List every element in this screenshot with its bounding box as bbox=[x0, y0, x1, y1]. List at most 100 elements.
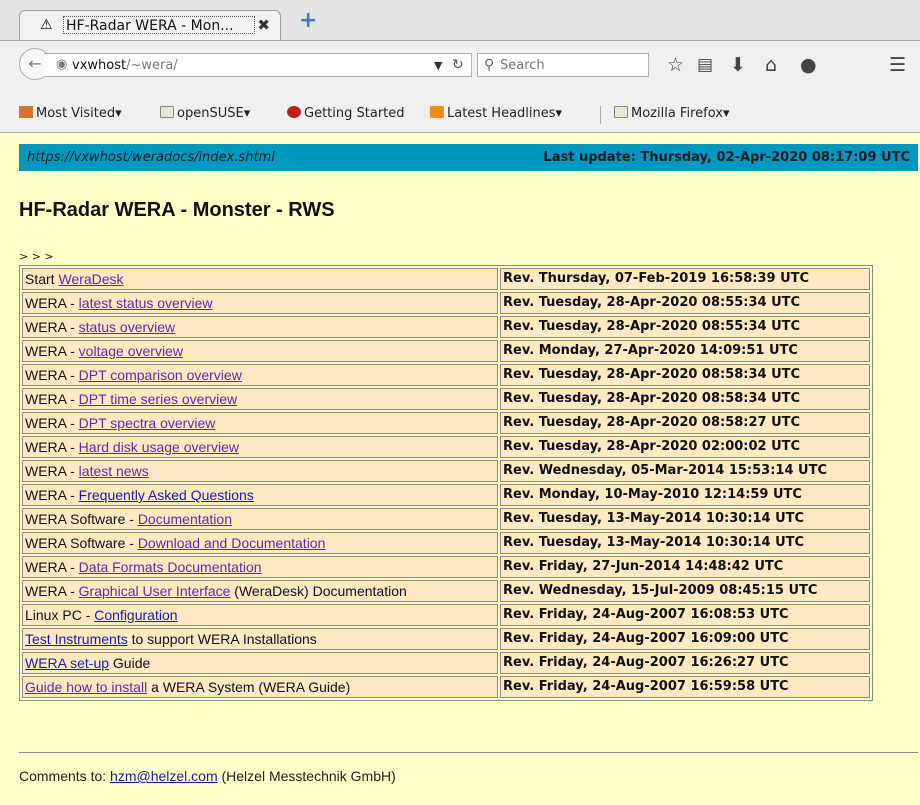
row-link[interactable]: status overview bbox=[79, 319, 175, 335]
row-prefix: WERA - bbox=[25, 415, 79, 431]
row-revision: Rev. Tuesday, 13-May-2014 10:30:14 UTC bbox=[500, 508, 870, 530]
close-tab-icon[interactable]: ✖ bbox=[257, 16, 270, 34]
row-description: WERA - DPT time series overview bbox=[22, 388, 498, 410]
row-link[interactable]: Download and Documentation bbox=[138, 535, 326, 551]
table-row: WERA - Data Formats Documentation Rev. Fr… bbox=[22, 556, 870, 578]
search-input[interactable] bbox=[500, 56, 640, 74]
table-row: WERA - DPT spectra overview Rev. Tuesday,… bbox=[22, 412, 870, 434]
email-link[interactable]: hzm@helzel.com bbox=[110, 768, 218, 784]
row-link[interactable]: Documentation bbox=[138, 511, 232, 527]
row-revision: Rev. Thursday, 07-Feb-2019 16:58:39 UTC bbox=[500, 268, 870, 290]
rss-icon bbox=[430, 106, 444, 118]
row-link[interactable]: Test Instruments bbox=[25, 631, 128, 647]
documents-table: Start WeraDesk Rev. Thursday, 07-Feb-2019… bbox=[19, 265, 873, 701]
row-link[interactable]: DPT spectra overview bbox=[79, 415, 216, 431]
table-row: WERA - Hard disk usage overview Rev. Tues… bbox=[22, 436, 870, 458]
bookmark-star-icon[interactable]: ☆ bbox=[667, 54, 684, 76]
row-description: WERA - Frequently Asked Questions bbox=[22, 484, 498, 506]
row-suffix: a WERA System (WERA Guide) bbox=[147, 679, 351, 695]
row-prefix: WERA - bbox=[25, 559, 79, 575]
row-link[interactable]: Data Formats Documentation bbox=[79, 559, 262, 575]
row-description: WERA Software - Download and Documentati… bbox=[22, 532, 498, 554]
page-title: HF-Radar WERA - Monster - RWS bbox=[19, 199, 335, 221]
table-row: WERA - voltage overview Rev. Monday, 27-A… bbox=[22, 340, 870, 362]
row-link[interactable]: latest news bbox=[79, 463, 149, 479]
row-link[interactable]: Hard disk usage overview bbox=[79, 439, 239, 455]
table-row: WERA set-up Guide Rev. Friday, 24-Aug-200… bbox=[22, 652, 870, 674]
bookmark-getting-started[interactable]: Getting Started bbox=[287, 106, 405, 122]
firefox-icon bbox=[287, 106, 301, 118]
row-revision: Rev. Tuesday, 28-Apr-2020 02:00:02 UTC bbox=[500, 436, 870, 458]
download-icon[interactable]: ⬇ bbox=[730, 54, 746, 76]
new-tab-button[interactable]: + bbox=[299, 10, 317, 32]
url-host: vxwhost bbox=[72, 58, 127, 73]
search-bar[interactable]: ⚲ bbox=[477, 53, 649, 77]
bookmark-opensuse[interactable]: openSUSE▾ bbox=[160, 106, 250, 122]
row-link[interactable]: DPT time series overview bbox=[79, 391, 237, 407]
globe-icon: ◉ bbox=[56, 57, 68, 72]
table-row: WERA - DPT time series overview Rev. Tues… bbox=[22, 388, 870, 410]
row-prefix: WERA - bbox=[25, 391, 79, 407]
row-revision: Rev. Tuesday, 28-Apr-2020 08:58:34 UTC bbox=[500, 364, 870, 386]
url-text[interactable]: vxwhost/~wera/ bbox=[72, 57, 178, 74]
row-link[interactable]: DPT comparison overview bbox=[79, 367, 242, 383]
url-bar[interactable]: ◉ vxwhost/~wera/ ▼ ↻ bbox=[44, 53, 472, 77]
url-path: /~wera/ bbox=[126, 58, 178, 73]
header-banner: https://vxwhost/weradocs/index.shtml Las… bbox=[19, 144, 918, 171]
page-content: https://vxwhost/weradocs/index.shtml Las… bbox=[0, 133, 920, 805]
row-prefix: Linux PC - bbox=[25, 607, 95, 623]
folder-icon bbox=[160, 106, 174, 118]
row-prefix: WERA - bbox=[25, 343, 79, 359]
bookmark-mozilla-firefox[interactable]: Mozilla Firefox▾ bbox=[614, 106, 729, 122]
bookmarks-toolbar: Most Visited▾ openSUSE▾ Getting Started … bbox=[0, 98, 920, 133]
breadcrumb: > > > bbox=[19, 250, 54, 263]
row-description: WERA - Data Formats Documentation bbox=[22, 556, 498, 578]
row-revision: Rev. Tuesday, 28-Apr-2020 08:58:34 UTC bbox=[500, 388, 870, 410]
reload-icon[interactable]: ↻ bbox=[452, 56, 464, 74]
last-update: Last update: Thursday, 02-Apr-2020 08:17… bbox=[543, 150, 910, 165]
row-revision: Rev. Monday, 27-Apr-2020 14:09:51 UTC bbox=[500, 340, 870, 362]
table-row: WERA - Graphical User Interface (WeraDes… bbox=[22, 580, 870, 602]
row-link[interactable]: Guide how to install bbox=[25, 679, 147, 695]
chat-icon[interactable]: ● bbox=[800, 54, 817, 76]
row-link[interactable]: Configuration bbox=[94, 607, 177, 623]
table-row: Test Instruments to support WERA Install… bbox=[22, 628, 870, 650]
bookmark-most-visited[interactable]: Most Visited▾ bbox=[19, 106, 122, 122]
bookmark-latest-headlines[interactable]: Latest Headlines▾ bbox=[430, 106, 562, 122]
row-prefix: WERA - bbox=[25, 583, 79, 599]
row-description: Linux PC - Configuration bbox=[22, 604, 498, 626]
browser-tab[interactable]: ⚠ HF-Radar WERA - Mon... ✖ bbox=[19, 10, 281, 40]
row-revision: Rev. Friday, 24-Aug-2007 16:59:58 UTC bbox=[500, 676, 870, 698]
row-link[interactable]: WeraDesk bbox=[58, 271, 123, 287]
home-icon[interactable]: ⌂ bbox=[765, 54, 777, 76]
row-description: WERA - DPT comparison overview bbox=[22, 364, 498, 386]
row-revision: Rev. Tuesday, 28-Apr-2020 08:58:27 UTC bbox=[500, 412, 870, 434]
hamburger-menu-icon[interactable]: ☰ bbox=[889, 54, 906, 76]
row-link[interactable]: WERA set-up bbox=[25, 655, 109, 671]
row-link[interactable]: voltage overview bbox=[79, 343, 183, 359]
table-row: WERA Software - Download and Documentati… bbox=[22, 532, 870, 554]
row-description: Test Instruments to support WERA Install… bbox=[22, 628, 498, 650]
back-arrow-icon: ← bbox=[28, 54, 42, 73]
row-prefix: Start bbox=[25, 271, 59, 287]
row-revision: Rev. Wednesday, 05-Mar-2014 15:53:14 UTC bbox=[500, 460, 870, 482]
row-prefix: WERA - bbox=[25, 463, 79, 479]
row-link[interactable]: Frequently Asked Questions bbox=[79, 487, 254, 503]
row-description: Start WeraDesk bbox=[22, 268, 498, 290]
folder-icon bbox=[614, 106, 628, 118]
reading-list-icon[interactable]: ▤ bbox=[697, 54, 713, 76]
row-description: WERA - voltage overview bbox=[22, 340, 498, 362]
table-row: WERA - Frequently Asked Questions Rev. Mo… bbox=[22, 484, 870, 506]
row-link[interactable]: Graphical User Interface bbox=[79, 583, 231, 599]
url-history-dropdown-icon[interactable]: ▼ bbox=[434, 57, 442, 74]
row-description: WERA - Hard disk usage overview bbox=[22, 436, 498, 458]
table-row: Linux PC - Configuration Rev. Friday, 24-… bbox=[22, 604, 870, 626]
divider bbox=[19, 752, 918, 753]
row-suffix: to support WERA Installations bbox=[127, 631, 317, 647]
tux-icon: ⚠ bbox=[40, 17, 53, 33]
row-prefix: WERA Software - bbox=[25, 511, 138, 527]
row-description: WERA - DPT spectra overview bbox=[22, 412, 498, 434]
row-revision: Rev. Monday, 10-May-2010 12:14:59 UTC bbox=[500, 484, 870, 506]
most-visited-icon bbox=[19, 106, 33, 118]
row-link[interactable]: latest status overview bbox=[79, 295, 213, 311]
